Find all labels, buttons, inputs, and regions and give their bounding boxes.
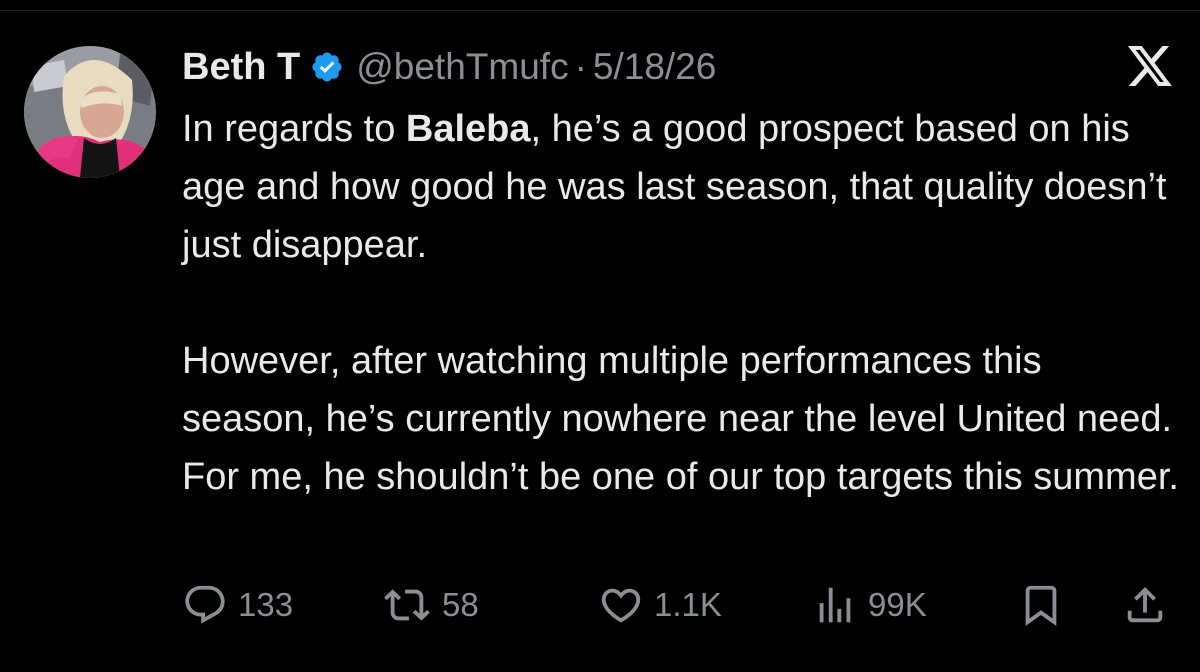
header-separator: ·	[574, 46, 587, 87]
tweet-body: In regards to Baleba, he’s a good prospe…	[182, 100, 1182, 506]
repost-arrows-icon	[382, 582, 432, 628]
tweet-bold-mention: Baleba	[405, 108, 531, 150]
tweet-actions-bar: 133 58 1.1K 99K	[182, 580, 1172, 630]
verified-badge-icon	[310, 50, 344, 84]
tweet-paragraph-2: However, after watching multiple perform…	[182, 340, 1179, 498]
heart-icon	[598, 582, 644, 628]
avatar[interactable]	[24, 46, 156, 178]
bookmark-button[interactable]	[1018, 580, 1064, 630]
speech-bubble-icon	[182, 582, 228, 628]
like-button[interactable]: 1.1K	[598, 580, 722, 630]
tweet-paragraph-1: In regards to Baleba, he’s a good prospe…	[182, 100, 1182, 274]
views-button[interactable]: 99K	[812, 580, 927, 630]
repost-button[interactable]: 58	[382, 580, 479, 630]
reply-button[interactable]: 133	[182, 580, 293, 630]
share-button[interactable]	[1122, 580, 1168, 630]
author-handle[interactable]: @bethTmufc	[356, 46, 568, 88]
bar-chart-icon	[812, 582, 858, 628]
bookmark-icon	[1018, 582, 1064, 628]
reply-count: 133	[238, 586, 294, 623]
author-display-name[interactable]: Beth T	[182, 46, 300, 89]
tweet-date[interactable]: 5/18/26	[593, 46, 716, 88]
x-logo-icon	[1126, 46, 1174, 90]
tweet-header: Beth T @bethTmufc · 5/18/26	[182, 44, 716, 90]
share-upload-icon	[1122, 582, 1168, 628]
top-divider	[0, 10, 1200, 11]
view-count: 99K	[868, 586, 927, 623]
tweet-text-segment: In regards to	[182, 108, 406, 150]
repost-count: 58	[442, 586, 479, 623]
like-count: 1.1K	[654, 586, 722, 623]
